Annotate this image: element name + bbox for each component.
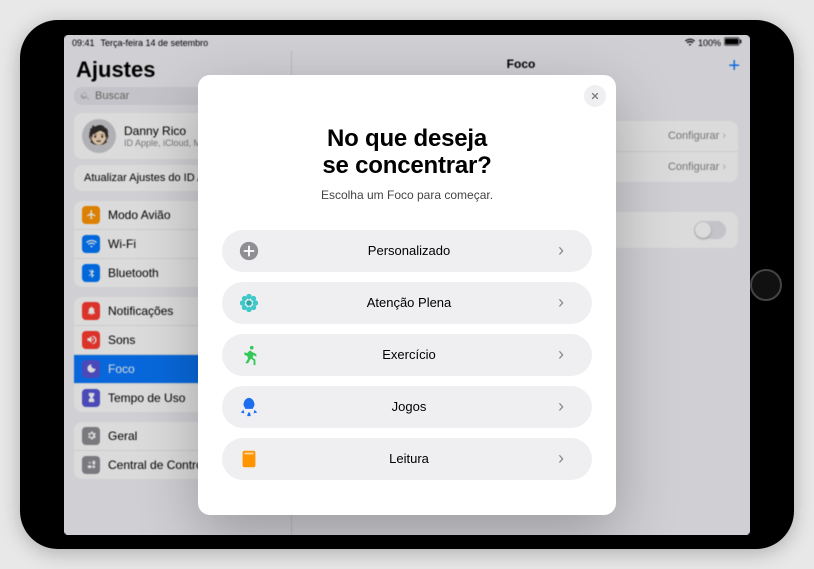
run-icon <box>238 344 260 366</box>
mind-icon <box>238 292 260 314</box>
chevron-right-icon: › <box>558 292 576 313</box>
screen: 09:41 Terça-feira 14 de setembro 100% Aj… <box>64 35 750 535</box>
focus-option-label: Personalizado <box>260 243 558 258</box>
focus-option-leitura[interactable]: Leitura› <box>222 438 592 480</box>
book-icon <box>238 448 260 470</box>
focus-option-label: Atenção Plena <box>260 295 558 310</box>
chevron-right-icon: › <box>558 396 576 417</box>
chevron-right-icon: › <box>558 240 576 261</box>
chevron-right-icon: › <box>558 344 576 365</box>
focus-option-label: Jogos <box>260 399 558 414</box>
focus-option-personalizado[interactable]: Personalizado› <box>222 230 592 272</box>
focus-option-atenção-plena[interactable]: Atenção Plena› <box>222 282 592 324</box>
home-button[interactable] <box>750 269 782 301</box>
plus-icon <box>238 240 260 262</box>
focus-option-label: Exercício <box>260 347 558 362</box>
focus-option-exercício[interactable]: Exercício› <box>222 334 592 376</box>
rocket-icon <box>238 396 260 418</box>
focus-chooser-modal: No que deseja se concentrar? Escolha um … <box>198 75 616 515</box>
close-icon <box>590 91 600 101</box>
focus-option-jogos[interactable]: Jogos› <box>222 386 592 428</box>
chevron-right-icon: › <box>558 448 576 469</box>
focus-option-label: Leitura <box>260 451 558 466</box>
focus-options: Personalizado›Atenção Plena›Exercício›Jo… <box>222 230 592 480</box>
modal-sub: Escolha um Foco para começar. <box>222 188 592 202</box>
close-button[interactable] <box>584 85 606 107</box>
modal-heading: No que deseja se concentrar? <box>222 125 592 180</box>
ipad-frame: 09:41 Terça-feira 14 de setembro 100% Aj… <box>20 20 794 549</box>
